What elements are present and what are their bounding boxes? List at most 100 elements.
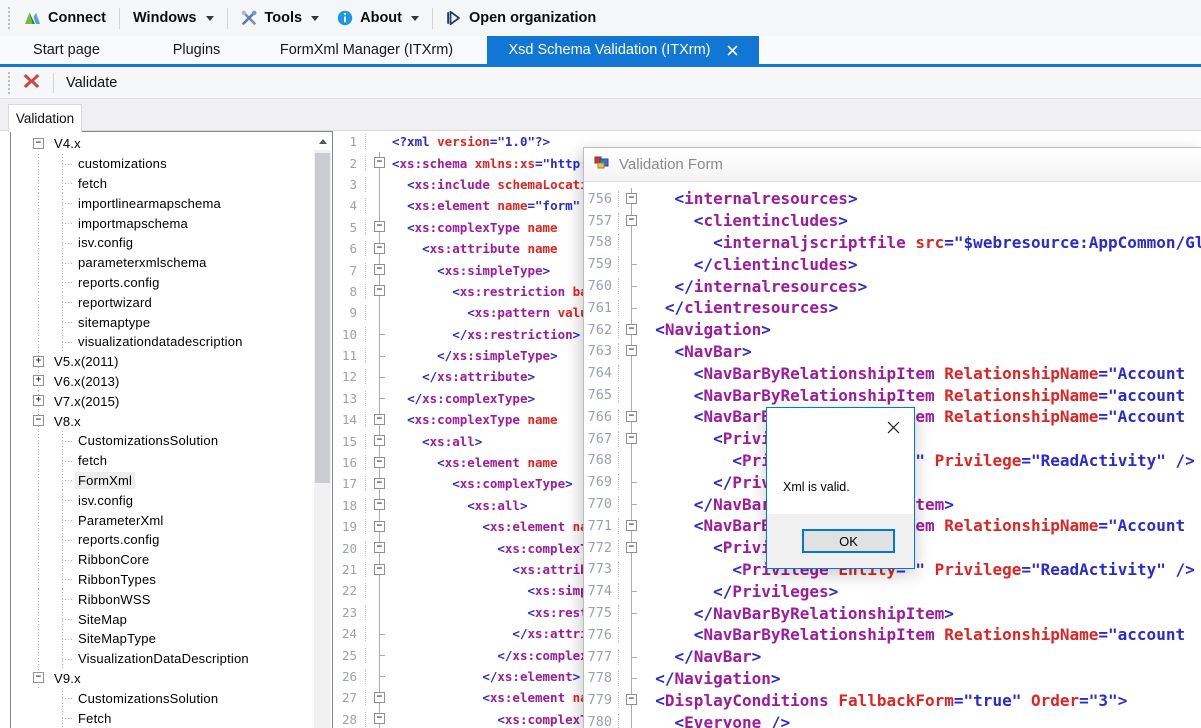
tree-item-V8.x[interactable]: −V8.x (11, 411, 314, 431)
tab-validation[interactable]: Validation (8, 104, 82, 132)
fold-collapse-icon[interactable]: − (626, 193, 637, 204)
validate-button[interactable]: Validate (59, 70, 124, 96)
tree-item-reports.config[interactable]: reports.config (11, 530, 314, 550)
tree-item-RibbonCore[interactable]: RibbonCore (11, 550, 314, 570)
menu-item-connect[interactable]: Connect (15, 4, 115, 32)
menu-item-about[interactable]: About (328, 4, 428, 32)
fold-collapse-icon[interactable]: − (626, 215, 637, 226)
fold-collapse-icon[interactable]: − (374, 264, 385, 275)
tree-item-fetch[interactable]: fetch (11, 451, 314, 471)
fold-collapse-icon[interactable]: − (626, 433, 637, 444)
line-number: 18 (337, 498, 366, 513)
collapse-icon[interactable]: − (33, 415, 44, 426)
tree-item-V4.x[interactable]: −V4.x (11, 134, 314, 154)
dropdown-caret-icon (311, 16, 319, 21)
tab-xsd-schema-validation[interactable]: Xsd Schema Validation (ITXrm) (487, 36, 759, 64)
tree-item-CustomizationsSolution[interactable]: CustomizationsSolution (11, 688, 314, 708)
tree-item-reports.config[interactable]: reports.config (11, 273, 314, 293)
tree-item-customizations[interactable]: customizations (11, 154, 314, 174)
collapse-icon[interactable]: − (33, 138, 44, 149)
tab-start-page[interactable]: Start page (0, 36, 133, 64)
tree-connector (62, 540, 74, 541)
code-text: </xs:attribute> (392, 369, 535, 384)
fold-collapse-icon[interactable]: − (626, 324, 637, 335)
tab-close-icon[interactable] (727, 45, 738, 56)
scrollbar-thumb[interactable] (315, 153, 330, 483)
tree-item-ParameterXml[interactable]: ParameterXml (11, 510, 314, 530)
fold-collapse-icon[interactable]: − (374, 157, 385, 168)
tree-connector (62, 659, 74, 660)
tree-item-label: RibbonTypes (75, 571, 159, 588)
dynamics-logo-icon (24, 10, 41, 26)
tree-item-parameterxmlschema[interactable]: parameterxmlschema (11, 253, 314, 273)
menu-item-windows[interactable]: Windows (124, 4, 223, 32)
tree-item-label: reports.config (75, 274, 163, 291)
fold-margin (619, 450, 636, 472)
fold-collapse-icon[interactable]: − (374, 478, 385, 489)
fold-collapse-icon[interactable]: − (374, 457, 385, 468)
message-box-close-button[interactable] (884, 418, 902, 436)
tree-item-SiteMapType[interactable]: SiteMapType (11, 629, 314, 649)
fold-collapse-icon[interactable]: − (374, 243, 385, 254)
fold-collapse-icon[interactable]: − (374, 564, 385, 575)
fold-margin: − (619, 210, 636, 232)
fold-collapse-icon[interactable]: − (374, 285, 385, 296)
tree-item-V6.x(2013)[interactable]: +V6.x(2013) (11, 372, 314, 392)
tab-formxml-manager[interactable]: FormXml Manager (ITXrm) (260, 36, 473, 64)
tree-item-importlinearmapschema[interactable]: importlinearmapschema (11, 193, 314, 213)
tree-scrollbar[interactable] (314, 133, 331, 728)
tree-item-CustomizationsSolution[interactable]: CustomizationsSolution (11, 431, 314, 451)
tree-item-fetch[interactable]: fetch (11, 174, 314, 194)
fold-collapse-icon[interactable]: − (626, 542, 637, 553)
tree-item-isv.config[interactable]: isv.config (11, 490, 314, 510)
tree-item-reportwizard[interactable]: reportwizard (11, 292, 314, 312)
ok-button[interactable]: OK (802, 529, 895, 553)
tree-item-RibbonTypes[interactable]: RibbonTypes (11, 570, 314, 590)
menu-items: Connect Windows ToolsAbout Open organizatio… (15, 4, 605, 32)
menu-separator (227, 8, 228, 29)
fold-collapse-icon[interactable]: − (374, 521, 385, 532)
line-number: 777 (584, 649, 619, 665)
fold-margin (366, 131, 392, 152)
tree-item-SiteMap[interactable]: SiteMap (11, 609, 314, 629)
tree-item-FormXml[interactable]: FormXml (11, 471, 314, 491)
expand-icon[interactable]: + (33, 375, 44, 386)
tree-item-visualizationdatadescription[interactable]: visualizationdatadescription (11, 332, 314, 352)
fold-collapse-icon[interactable]: − (374, 414, 385, 425)
fold-collapse-icon[interactable]: − (626, 520, 637, 531)
tab-plugins[interactable]: Plugins (133, 36, 260, 64)
tree-item-isv.config[interactable]: isv.config (11, 233, 314, 253)
fold-collapse-icon[interactable]: − (626, 694, 637, 705)
tree-item-label: V5.x(2011) (51, 353, 122, 370)
fold-collapse-icon[interactable]: − (374, 435, 385, 446)
menu-item-tools[interactable]: Tools (232, 4, 329, 32)
fold-collapse-icon[interactable]: − (374, 499, 385, 510)
menu-item-open-organization[interactable]: Open organization (437, 4, 605, 32)
close-plugin-button[interactable] (15, 70, 48, 96)
tree-item-V9.x[interactable]: −V9.x (11, 669, 314, 689)
expand-icon[interactable]: + (33, 356, 44, 367)
tree-item-RibbonWSS[interactable]: RibbonWSS (11, 589, 314, 609)
fold-collapse-icon[interactable]: − (626, 411, 637, 422)
fold-collapse-icon[interactable]: − (374, 692, 385, 703)
dialog-title-bar[interactable]: Validation Form (584, 148, 1201, 182)
tree-connector (62, 282, 74, 283)
fold-collapse-icon[interactable]: − (374, 713, 385, 724)
fold-collapse-icon[interactable]: − (374, 542, 385, 553)
tree-connector (38, 451, 39, 471)
tree-item-VisualizationDataDescription[interactable]: VisualizationDataDescription (11, 649, 314, 669)
tree-connector (38, 471, 39, 491)
tree-item-label: Fetch (75, 710, 115, 727)
fold-collapse-icon[interactable]: − (626, 345, 637, 356)
collapse-icon[interactable]: − (33, 672, 44, 683)
tree-item-Fetch[interactable]: Fetch (11, 708, 314, 728)
schema-tree[interactable]: −V4.xcustomizationsfetchimportlinearmaps… (10, 131, 333, 728)
scroll-up-button[interactable] (314, 133, 331, 150)
tree-item-sitemaptype[interactable]: sitemaptype (11, 312, 314, 332)
tree-item-V5.x(2011)[interactable]: + V5.x(2011) (11, 352, 314, 372)
tree-item-importmapschema[interactable]: importmapschema (11, 213, 314, 233)
fold-collapse-icon[interactable]: − (374, 221, 385, 232)
code-text: </Navigation> (636, 669, 781, 688)
expand-icon[interactable]: + (33, 395, 44, 406)
tree-item-V7.x(2015)[interactable]: +V7.x(2015) (11, 391, 314, 411)
